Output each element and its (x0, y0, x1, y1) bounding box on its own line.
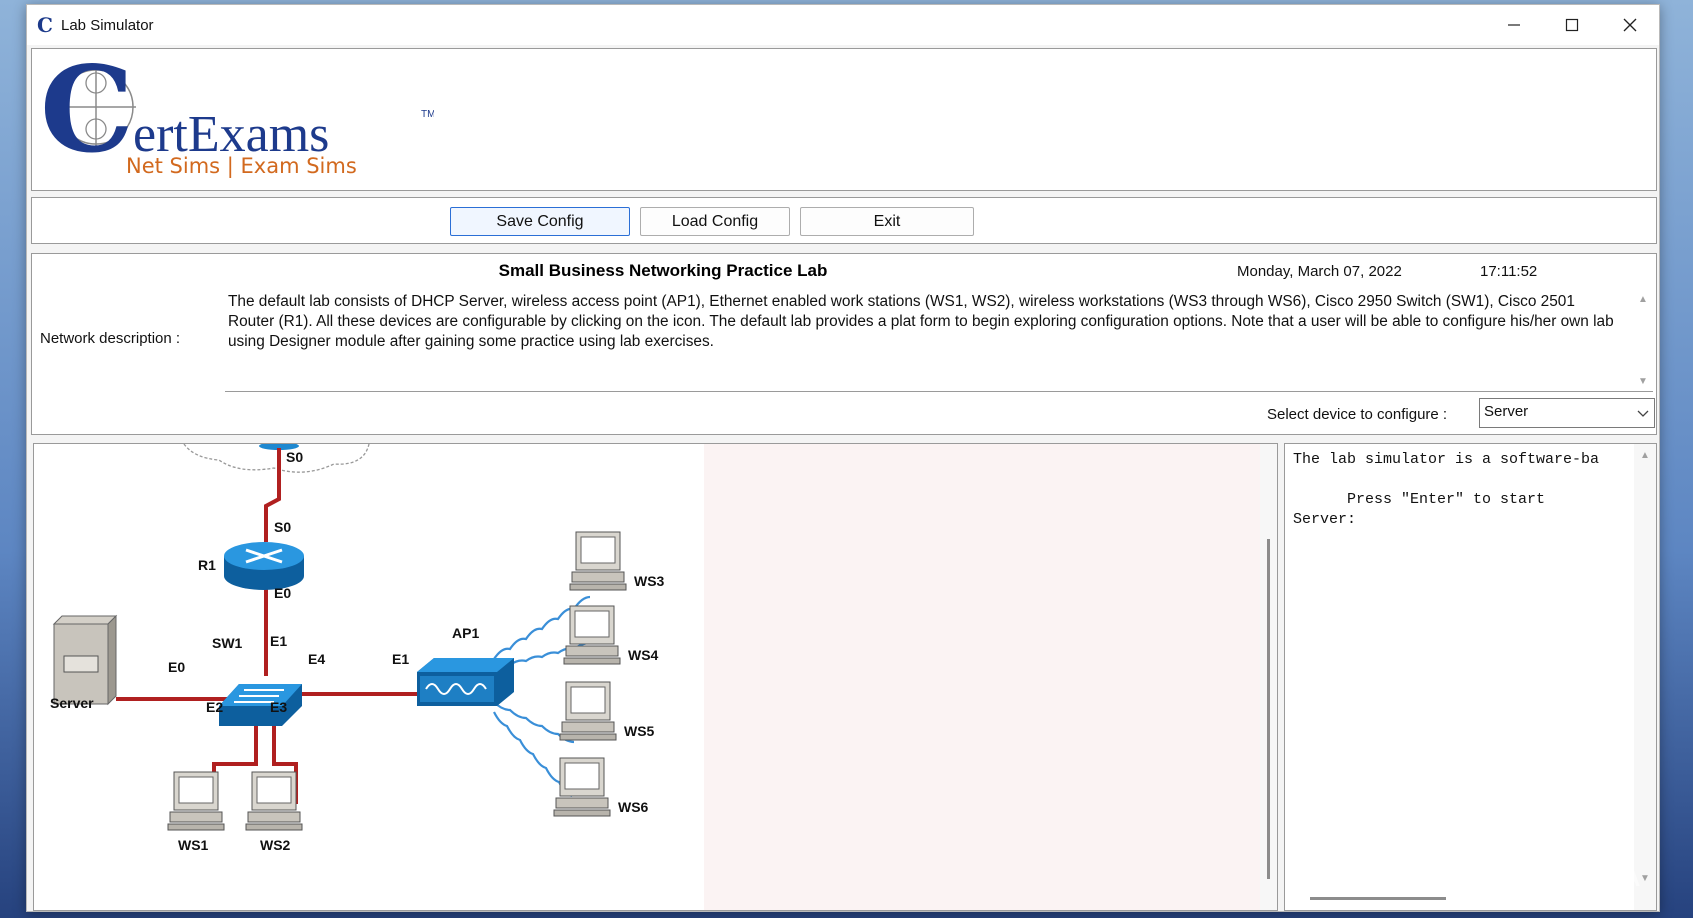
device-select-label: Select device to configure : (1267, 406, 1448, 423)
label-e3: E3 (270, 699, 287, 715)
app-window: C Lab Simulator C ertExams TM Net Sims |… (26, 4, 1660, 912)
label-ws1: WS1 (178, 837, 209, 853)
label-s0-router: S0 (274, 519, 291, 535)
logo-tagline: Net Sims | Exam Sims (126, 154, 357, 179)
scroll-down-icon[interactable]: ▼ (1638, 376, 1648, 387)
console-panel[interactable]: The lab simulator is a software-ba Press… (1284, 443, 1657, 911)
diagram-background (704, 444, 1277, 910)
label-ws5: WS5 (624, 723, 655, 739)
network-diagram: S0 S0 R1 E0 SW1 E1 E4 E1 AP1 E0 Server E… (50, 444, 665, 853)
server-icon[interactable] (52, 614, 118, 706)
description-panel: Small Business Networking Practice Lab M… (31, 253, 1657, 435)
network-description-label: Network description : (40, 330, 181, 347)
workstation-ws2-icon[interactable] (245, 771, 303, 831)
workstation-ws6-icon[interactable] (553, 757, 611, 817)
console-scrollbar[interactable]: ▲ ▼ (1634, 444, 1656, 910)
label-e0-router: E0 (274, 585, 291, 601)
network-description-text: The default lab consists of DHCP Server,… (228, 293, 1614, 350)
minimize-button[interactable] (1485, 5, 1543, 45)
maximize-button[interactable] (1543, 5, 1601, 45)
switch-sw1-icon[interactable] (219, 684, 302, 726)
description-scrollbar[interactable]: ▲ ▼ (1633, 290, 1653, 391)
router-r1-icon[interactable] (224, 542, 304, 590)
console-scroll-down-icon[interactable]: ▼ (1640, 873, 1650, 884)
label-e4: E4 (308, 651, 325, 667)
diagram-scrollbar[interactable] (1260, 444, 1277, 910)
logo-letter: C (40, 51, 134, 179)
minimize-icon (1508, 24, 1520, 26)
current-time: 17:11:52 (1480, 263, 1538, 280)
label-ws3: WS3 (634, 573, 665, 589)
network-diagram-panel: S0 S0 R1 E0 SW1 E1 E4 E1 AP1 E0 Server E… (33, 443, 1278, 911)
title-bar: C Lab Simulator (27, 5, 1659, 45)
exit-button[interactable]: Exit (800, 207, 974, 236)
label-server: Server (50, 695, 94, 711)
label-r1: R1 (198, 557, 216, 573)
console-output[interactable]: The lab simulator is a software-ba Press… (1293, 450, 1633, 530)
workstation-ws1-icon[interactable] (167, 771, 225, 831)
label-ws6: WS6 (618, 799, 649, 815)
label-e2: E2 (206, 699, 223, 715)
console-scroll-up-icon[interactable]: ▲ (1640, 450, 1650, 461)
device-select-value: Server (1484, 403, 1529, 420)
workstation-ws4-icon[interactable] (563, 605, 621, 665)
label-ws2: WS2 (260, 837, 291, 853)
diagram-scroll-thumb[interactable] (1267, 539, 1270, 879)
logo-panel: C ertExams TM Net Sims | Exam Sims (31, 48, 1657, 191)
app-icon: C (37, 13, 53, 37)
workstation-ws5-icon[interactable] (559, 681, 617, 741)
label-e1-switch: E1 (270, 633, 287, 649)
logo-trademark: TM (421, 109, 434, 120)
toolbar: Save Config Load Config Exit (31, 197, 1657, 244)
window-title: Lab Simulator (61, 16, 154, 34)
close-icon (1623, 18, 1637, 32)
label-ap1: AP1 (452, 625, 479, 641)
current-date: Monday, March 07, 2022 (1237, 263, 1402, 280)
access-point-ap1-icon[interactable] (417, 658, 514, 706)
lab-title: Small Business Networking Practice Lab (498, 261, 828, 280)
close-button[interactable] (1601, 5, 1659, 45)
workstation-ws3-icon[interactable] (569, 531, 627, 591)
label-sw1: SW1 (212, 635, 243, 651)
maximize-icon (1565, 18, 1579, 32)
scroll-up-icon[interactable]: ▲ (1638, 294, 1648, 305)
label-e0-server: E0 (168, 659, 185, 675)
label-e1-ap: E1 (392, 651, 409, 667)
chevron-down-icon (1637, 410, 1649, 417)
console-horizontal-scroll-thumb[interactable] (1310, 897, 1446, 900)
window-controls (1485, 5, 1659, 45)
label-ws4: WS4 (628, 647, 659, 663)
device-select[interactable]: Server (1479, 398, 1655, 428)
watermark: SOFTPEDIA (1495, 865, 1642, 892)
certexams-logo: C ertExams TM Net Sims | Exam Sims (40, 51, 434, 179)
network-description-textbox[interactable]: The default lab consists of DHCP Server,… (225, 290, 1653, 392)
save-config-button[interactable]: Save Config (450, 207, 630, 236)
load-config-button[interactable]: Load Config (640, 207, 790, 236)
label-s0-top: S0 (286, 449, 303, 465)
